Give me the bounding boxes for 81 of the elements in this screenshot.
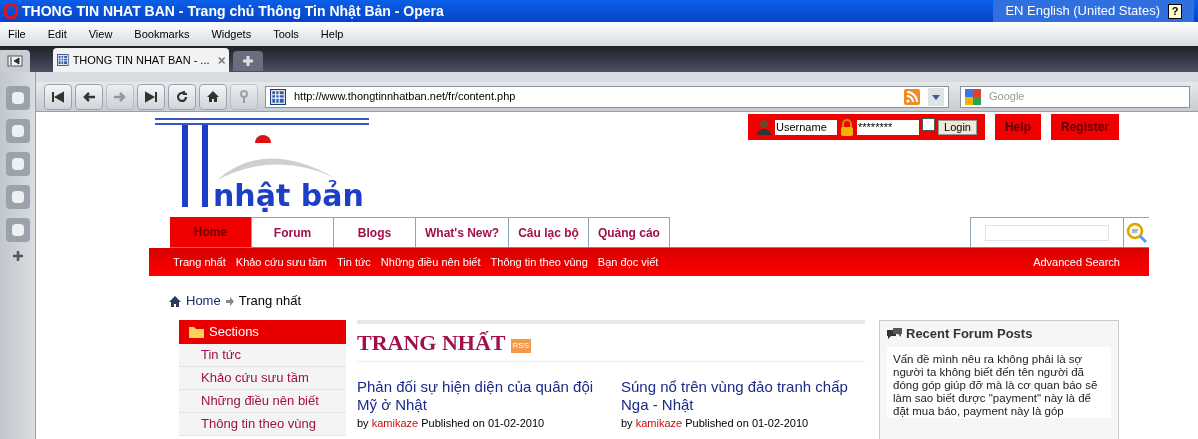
author-link[interactable]: kamikaze xyxy=(371,417,419,429)
close-icon[interactable] xyxy=(217,55,225,65)
menu-item[interactable]: Help xyxy=(320,25,344,43)
author-link[interactable]: kamikaze xyxy=(635,417,683,429)
site-logo: nhật bản xyxy=(155,118,371,214)
nav-tab[interactable]: Câu lạc bộ xyxy=(509,217,589,247)
nav-tab[interactable]: What's New? xyxy=(416,217,510,247)
search-input[interactable]: Google xyxy=(989,88,1185,105)
page-heading: TRANG NHẤT xyxy=(357,329,506,357)
forum-post: Vấn đề mình nêu ra không phải là sợ người ta không biết đến tên người đã đóng góp giúp đỡ mà là cơ quan báo sẽ làm sao biết được "payment" này là để đặt mua báo, payment này là góp xyxy=(887,347,1111,418)
menu-item[interactable]: View xyxy=(88,25,113,43)
subnav-link[interactable]: Khảo cứu sưu tầm xyxy=(235,253,327,271)
login-button[interactable]: Login xyxy=(938,119,977,135)
reload-button[interactable] xyxy=(168,83,196,110)
subnav-link[interactable]: Bạn đọc viết xyxy=(597,253,659,271)
address-field[interactable]: http://www.thongtinnhatban.net/fr/content.php xyxy=(265,85,949,108)
key-icon xyxy=(239,89,249,104)
search-button[interactable] xyxy=(1123,217,1149,247)
advanced-search-link[interactable]: Advanced Search xyxy=(1033,253,1120,271)
dropdown-icon[interactable] xyxy=(928,87,944,106)
section-link[interactable]: Khảo cứu sưu tầm xyxy=(179,367,346,390)
nav-tab[interactable]: Quảng cáo xyxy=(588,217,670,247)
subnav-link[interactable]: Những điều nên biết xyxy=(380,253,481,271)
browser-tab[interactable]: THONG TIN NHAT BAN - ... xyxy=(53,48,229,72)
forward-arrow-icon xyxy=(113,90,127,103)
forum-title: Recent Forum Posts xyxy=(906,325,1033,344)
opera-logo-icon xyxy=(4,3,18,19)
menu-item[interactable]: Widgets xyxy=(211,25,252,43)
site-search-field[interactable] xyxy=(985,224,1109,241)
subnav-link[interactable]: Trang nhất xyxy=(173,253,226,271)
skip-back-icon xyxy=(51,90,65,103)
section-link[interactable]: Những điều nên biết xyxy=(179,390,346,413)
google-icon xyxy=(965,88,981,105)
home-button[interactable] xyxy=(199,83,227,110)
panel-icon xyxy=(7,55,23,67)
arrow-icon xyxy=(225,296,234,306)
help-icon[interactable]: ? xyxy=(1168,3,1182,19)
plus-icon xyxy=(242,55,254,67)
article-title[interactable]: Phản đối sự hiện diện của quân đội Mỹ ở Nhật xyxy=(357,378,601,414)
subnav-link[interactable]: Tin tức xyxy=(336,253,371,271)
language-indicator[interactable]: EN English (United States) xyxy=(1005,1,1160,21)
fast-forward-button[interactable] xyxy=(137,83,165,110)
sections-header: Sections xyxy=(179,320,346,344)
page-icon xyxy=(270,88,286,105)
menu-item[interactable]: Bookmarks xyxy=(134,25,190,43)
subnav-link[interactable]: Thông tin theo vùng xyxy=(490,253,588,271)
home-icon xyxy=(206,90,220,103)
back-button[interactable] xyxy=(75,83,103,110)
home-icon xyxy=(169,295,181,307)
panel-toggle-button[interactable] xyxy=(0,50,30,72)
rewind-button[interactable] xyxy=(44,83,72,110)
article-byline: by kamikaze Published on 01-02-2010 xyxy=(621,416,810,431)
section-link[interactable]: Tin tức xyxy=(179,344,346,367)
username-field[interactable]: Username xyxy=(775,119,838,135)
nav-tab[interactable]: Blogs xyxy=(334,217,416,247)
page-icon xyxy=(57,53,69,67)
user-icon xyxy=(756,119,773,135)
skip-forward-icon xyxy=(144,90,158,103)
search-field[interactable]: Google xyxy=(960,85,1190,108)
breadcrumb-link[interactable]: Home xyxy=(186,291,221,311)
menu-item[interactable]: Tools xyxy=(273,25,299,43)
menu-item[interactable]: File xyxy=(8,25,26,43)
new-tab-button[interactable] xyxy=(233,51,263,71)
lock-icon xyxy=(840,118,855,136)
remember-checkbox[interactable] xyxy=(922,118,936,131)
breadcrumb-current: Trang nhất xyxy=(238,292,302,311)
plus-icon[interactable] xyxy=(12,251,23,261)
back-arrow-icon xyxy=(82,90,96,103)
rss-icon[interactable] xyxy=(904,88,920,105)
menu-item[interactable]: Edit xyxy=(47,25,67,43)
article-byline: by kamikaze Published on 01-02-2010 xyxy=(357,416,546,431)
section-link[interactable]: Thông tin theo vùng xyxy=(179,413,346,436)
article-title[interactable]: Súng nổ trên vùng đảo tranh chấp Nga - Nhật xyxy=(621,378,865,414)
chat-bubbles-icon xyxy=(887,327,902,341)
folder-icon xyxy=(189,326,204,338)
nav-tab[interactable]: Forum xyxy=(252,217,334,247)
tab-label: THONG TIN NHAT BAN - ... xyxy=(72,52,210,68)
window-title: THONG TIN NHAT BAN - Trang chủ Thông Tin Nhật Bản - Opera xyxy=(22,1,444,21)
password-field[interactable]: ******** xyxy=(857,119,920,135)
reload-icon xyxy=(175,89,189,104)
search-icon xyxy=(1125,221,1148,244)
